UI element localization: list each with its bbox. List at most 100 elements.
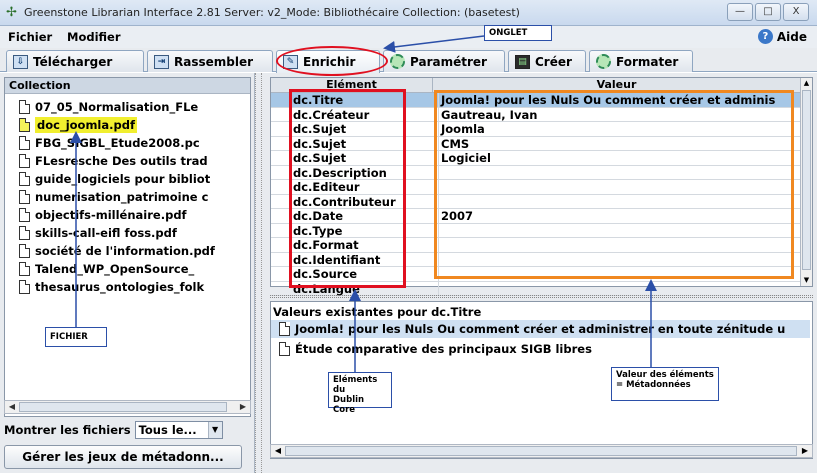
- document-icon: [19, 208, 30, 222]
- file-item[interactable]: numerisation_patrimoine c: [19, 188, 247, 206]
- menu-edit[interactable]: Modifier: [67, 30, 121, 44]
- chevron-down-icon[interactable]: ▼: [207, 422, 222, 438]
- document-icon: [19, 154, 30, 168]
- panel-splitter[interactable]: [255, 73, 262, 473]
- file-name: doc_joomla.pdf: [35, 117, 137, 133]
- metadata-values-highlight-frame: [434, 90, 794, 279]
- file-item[interactable]: 07_05_Normalisation_FLe: [19, 98, 247, 116]
- close-button[interactable]: X: [783, 3, 809, 21]
- scrollbar-thumb[interactable]: [802, 90, 811, 270]
- dublin-core-label: Eléments du Dublin Core: [328, 372, 392, 415]
- document-icon: [279, 322, 290, 336]
- document-icon: [19, 172, 30, 186]
- file-name: FBG_SIGBL_Etude2008.pc: [35, 136, 200, 150]
- tab-create[interactable]: ▤ Créer: [508, 50, 586, 72]
- file-item[interactable]: thesaurus_ontologies_folk: [19, 278, 247, 296]
- document-icon: [19, 226, 30, 240]
- tab-design-label: Paramétrer: [410, 54, 487, 69]
- file-item[interactable]: Talend_WP_OpenSource_: [19, 260, 247, 278]
- tab-design[interactable]: Paramétrer: [383, 50, 505, 72]
- collection-tree[interactable]: Collection 07_05_Normalisation_FLe doc_jo…: [4, 77, 251, 417]
- file-item[interactable]: skills-call-eifl foss.pdf: [19, 224, 247, 242]
- dublin-core-highlight-frame: [289, 89, 406, 288]
- scroll-right-icon[interactable]: ▶: [798, 445, 812, 457]
- file-item[interactable]: doc_joomla.pdf: [19, 116, 247, 134]
- show-files-label: Montrer les fichiers: [4, 423, 131, 437]
- scroll-up-icon[interactable]: ▲: [801, 78, 812, 89]
- tab-bar: ⇩ Télécharger ⇥ Rassembler ✎ Enrichir Pa…: [0, 48, 817, 73]
- file-name: thesaurus_ontologies_folk: [35, 280, 205, 294]
- tab-gather[interactable]: ⇥ Rassembler: [147, 50, 273, 72]
- scroll-right-icon[interactable]: ▶: [236, 401, 250, 413]
- file-name: Talend_WP_OpenSource_: [35, 262, 195, 276]
- help-icon: ?: [757, 29, 773, 44]
- metadata-vertical-scrollbar[interactable]: ▲ ▼: [800, 78, 812, 286]
- document-icon: [19, 280, 30, 294]
- existing-value-text: Étude comparative des principaux SIGB li…: [295, 342, 592, 356]
- show-files-value: Tous le...: [138, 423, 197, 437]
- file-item[interactable]: objectifs-millénaire.pdf: [19, 206, 247, 224]
- scroll-left-icon[interactable]: ◀: [5, 401, 19, 413]
- window-controls: — □ X: [727, 3, 809, 21]
- menu-bar: Fichier Modifier ? Aide: [0, 26, 817, 48]
- file-name: numerisation_patrimoine c: [35, 190, 209, 204]
- file-name: 07_05_Normalisation_FLe: [35, 100, 199, 114]
- show-files-row: Montrer les fichiers Tous le... ▼: [4, 421, 223, 439]
- document-icon: [19, 244, 30, 258]
- manage-metadata-sets-button[interactable]: Gérer les jeux de métadonn...: [4, 445, 242, 469]
- tab-download-label: Télécharger: [33, 54, 113, 69]
- document-icon: [19, 118, 30, 132]
- file-name: FLesresche Des outils trad: [35, 154, 208, 168]
- pane-divider[interactable]: [270, 295, 813, 298]
- menu-help-label: Aide: [776, 29, 807, 44]
- file-name: objectifs-millénaire.pdf: [35, 208, 187, 222]
- window-title: Greenstone Librarian Interface 2.81 Serv…: [24, 6, 520, 19]
- file-item[interactable]: FLesresche Des outils trad: [19, 152, 247, 170]
- menu-file[interactable]: Fichier: [8, 30, 52, 44]
- file-item[interactable]: FBG_SIGBL_Etude2008.pc: [19, 134, 247, 152]
- file-name: guide_logiciels pour bibliot: [35, 172, 211, 186]
- scrollbar-thumb[interactable]: [19, 402, 227, 412]
- list-item[interactable]: Joomla! pour les Nuls Ou comment créer e…: [271, 320, 810, 338]
- document-icon: [19, 190, 30, 204]
- scroll-left-icon[interactable]: ◀: [271, 445, 285, 457]
- tab-download[interactable]: ⇩ Télécharger: [6, 50, 144, 72]
- existing-value-text: Joomla! pour les Nuls Ou comment créer e…: [295, 322, 786, 336]
- scroll-down-icon[interactable]: ▼: [801, 275, 812, 286]
- value-cell[interactable]: [438, 281, 798, 296]
- metadonnees-label: Valeur des éléments = Métadonnées: [611, 367, 719, 401]
- onglet-label: ONGLET: [484, 25, 552, 41]
- tab-create-label: Créer: [535, 54, 572, 69]
- collection-horizontal-scrollbar[interactable]: ◀ ▶: [4, 400, 251, 414]
- tab-gather-label: Rassembler: [174, 54, 254, 69]
- scrollbar-thumb[interactable]: [285, 446, 797, 456]
- menu-help[interactable]: ? Aide: [757, 29, 807, 44]
- file-item[interactable]: guide_logiciels pour bibliot: [19, 170, 247, 188]
- fichier-label: FICHIER: [45, 327, 107, 347]
- file-item[interactable]: société de l'information.pdf: [19, 242, 247, 260]
- document-icon: [19, 262, 30, 276]
- collection-panel: Collection 07_05_Normalisation_FLe doc_jo…: [0, 73, 255, 473]
- tab-format[interactable]: Formater: [589, 50, 693, 72]
- greenstone-app-icon: ✢: [6, 5, 17, 20]
- file-name: société de l'information.pdf: [35, 244, 215, 258]
- minimize-button[interactable]: —: [727, 3, 753, 21]
- collection-header: Collection: [5, 78, 250, 94]
- existing-values-horizontal-scrollbar[interactable]: ◀ ▶: [270, 444, 813, 458]
- create-icon: ▤: [515, 54, 530, 69]
- document-icon: [19, 100, 30, 114]
- existing-values-title: Valeurs existantes pour dc.Titre: [273, 305, 482, 319]
- gear-icon: [390, 54, 405, 69]
- onglet-highlight-ellipse: [276, 46, 388, 76]
- format-gear-icon: [596, 54, 611, 69]
- tab-format-label: Formater: [616, 54, 679, 69]
- maximize-button[interactable]: □: [755, 3, 781, 21]
- document-icon: [279, 342, 290, 356]
- download-icon: ⇩: [13, 54, 28, 69]
- document-icon: [19, 136, 30, 150]
- list-item[interactable]: Étude comparative des principaux SIGB li…: [271, 340, 810, 358]
- show-files-select[interactable]: Tous le... ▼: [134, 421, 223, 439]
- title-bar: ✢ Greenstone Librarian Interface 2.81 Se…: [0, 0, 817, 26]
- file-name: skills-call-eifl foss.pdf: [35, 226, 177, 240]
- gather-icon: ⇥: [154, 54, 169, 69]
